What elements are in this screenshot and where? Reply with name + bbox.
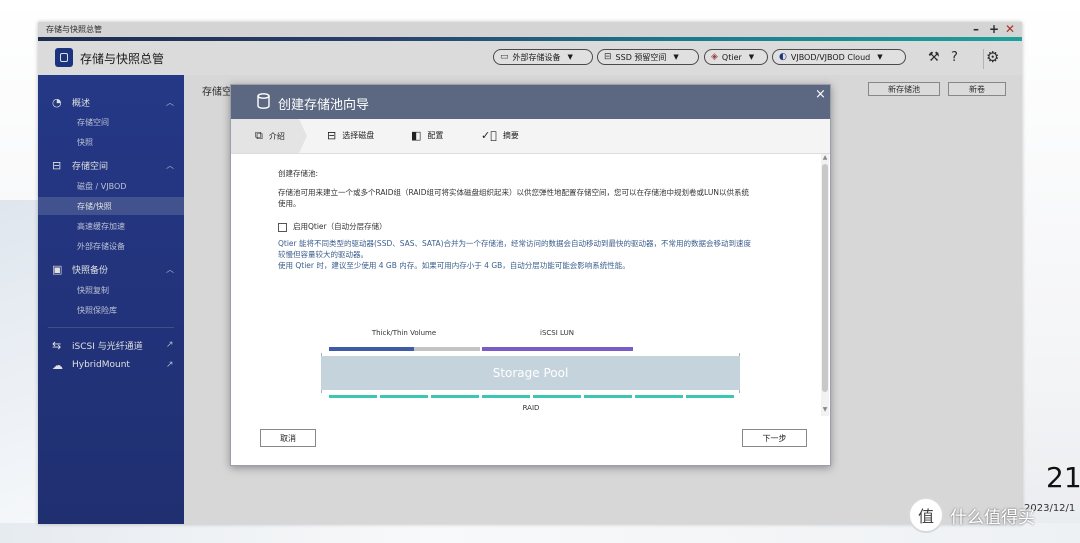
watermark: 值 什么值得买 xyxy=(908,497,1035,533)
raid-segment xyxy=(533,395,581,398)
wizard-scrollbar[interactable]: ▲ ▼ xyxy=(821,154,829,416)
storage-pool-block: Storage Pool xyxy=(321,356,740,390)
scroll-thumb[interactable] xyxy=(822,164,828,392)
cancel-button[interactable]: 取消 xyxy=(260,429,316,447)
disks-icon: ⊟ xyxy=(327,129,337,142)
copy-icon: ⧉ xyxy=(255,129,263,142)
qtier-checkbox[interactable] xyxy=(278,223,287,232)
raid-segment xyxy=(380,395,428,398)
step-intro: ⧉ 介绍 xyxy=(255,129,285,142)
raid-segment xyxy=(329,395,377,398)
step-summary: ✓⃝ 摘要 xyxy=(481,129,519,142)
volume-bar xyxy=(329,347,414,351)
step-configure: ◧ 配置 xyxy=(411,129,444,142)
qtier-desc-line3: 使用 Qtier 时，建议至少使用 4 GB 内存。如果可用内存小于 4 GB，… xyxy=(278,261,630,270)
qtier-checkbox-label[interactable]: 启用Qtier（自动分层存储） xyxy=(293,221,387,232)
raid-segment xyxy=(482,395,530,398)
storage-pool-icon xyxy=(257,93,270,109)
lun-label: iSCSI LUN xyxy=(540,329,574,337)
volume-label: Thick/Thin Volume xyxy=(371,329,437,337)
raid-segment xyxy=(431,395,479,398)
create-pool-wizard: 创建存储池向导 × ⧉ 介绍 ⊟ 选择磁盘 ◧ 配置 ✓⃝ 摘要 创建存储池: … xyxy=(230,84,831,466)
wizard-title: 创建存储池向导 xyxy=(278,98,370,113)
watermark-logo-icon: 值 xyxy=(908,497,944,533)
raid-label: RAID xyxy=(522,404,540,412)
intro-text-line2: 使用。 xyxy=(278,199,301,208)
check-circle-icon: ✓⃝ xyxy=(481,129,497,142)
step-select-disks: ⊟ 选择磁盘 xyxy=(327,129,375,142)
clock-hour: 21 xyxy=(1046,461,1080,494)
scroll-up-icon[interactable]: ▲ xyxy=(821,154,829,161)
raid-segment xyxy=(686,395,734,398)
intro-text-line1: 存储池可用来建立一个或多个RAID组（RAID组可将实体磁盘组织起来）以供您弹性… xyxy=(278,188,749,197)
wizard-steps: ⧉ 介绍 ⊟ 选择磁盘 ◧ 配置 ✓⃝ 摘要 xyxy=(231,119,830,154)
watermark-text: 什么值得买 xyxy=(950,507,1035,528)
wizard-heading: 创建存储池: xyxy=(278,169,319,178)
qtier-desc-line1: Qtier 能将不同类型的驱动器(SSD、SAS、SATA)合并为一个存储池，经… xyxy=(278,239,752,248)
raid-segment xyxy=(584,395,632,398)
next-button[interactable]: 下一步 xyxy=(742,429,807,447)
scroll-down-icon[interactable]: ▼ xyxy=(821,406,829,413)
qtier-desc-line2: 较慢但容量较大的驱动器。 xyxy=(278,250,368,259)
raid-segment xyxy=(635,395,683,398)
volume-free-bar xyxy=(414,347,480,351)
wizard-body: 创建存储池: 存储池可用来建立一个或多个RAID组（RAID组可将实体磁盘组织起… xyxy=(231,154,821,419)
config-icon: ◧ xyxy=(411,129,422,142)
wizard-header: 创建存储池向导 × xyxy=(231,85,830,119)
wizard-footer: 取消 下一步 xyxy=(231,419,830,465)
lun-bar xyxy=(482,347,633,351)
close-icon[interactable]: × xyxy=(815,87,826,102)
